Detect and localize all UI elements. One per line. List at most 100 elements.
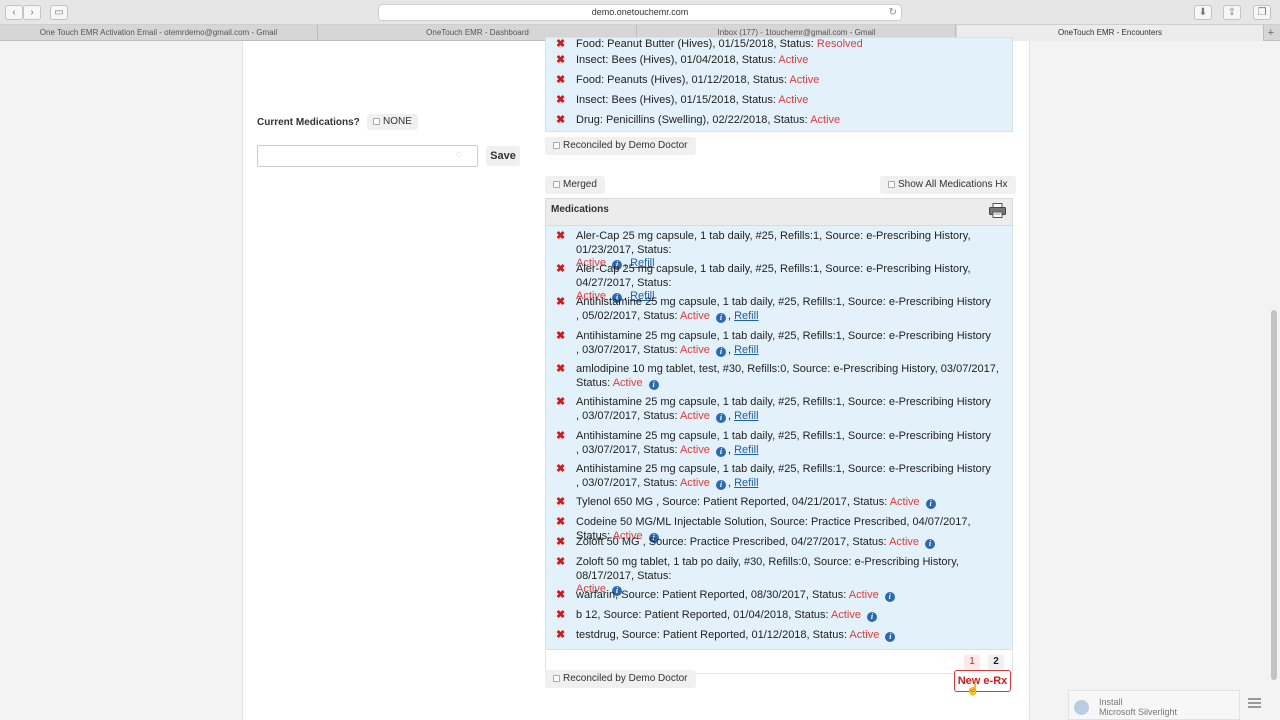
medication-status: Active	[679, 476, 710, 489]
info-icon[interactable]: i	[925, 539, 936, 549]
printer-icon[interactable]	[989, 203, 1006, 218]
page-2-button[interactable]: 2	[988, 655, 1004, 669]
info-icon[interactable]: i	[885, 632, 896, 642]
comma: ,	[727, 443, 731, 456]
medication-status: Active	[831, 609, 861, 621]
delete-x-icon[interactable]: ✖	[556, 396, 565, 410]
medication-text: Antihistamine 25 mg capsule, 1 tab daily…	[576, 296, 991, 308]
refill-link[interactable]: Refill	[734, 310, 758, 322]
tabs-overview-icon[interactable]: ❐	[1253, 5, 1271, 20]
delete-x-icon[interactable]: ✖	[556, 296, 565, 310]
medication-row: ✖ amlodipine 10 mg tablet, test, #30, Ref…	[546, 363, 1012, 390]
delete-x-icon[interactable]: ✖	[556, 556, 565, 570]
delete-x-icon[interactable]: ✖	[556, 94, 565, 108]
medication-text: Zoloft 50 MG , Source: Practice Prescrib…	[576, 536, 890, 548]
merged-checkbox[interactable]: Merged	[545, 176, 605, 194]
allergy-text: Food: Peanuts (Hives), 01/12/2018, Statu…	[576, 74, 790, 86]
delete-x-icon[interactable]: ✖	[556, 463, 565, 477]
show-all-medications-checkbox[interactable]: Show All Medications Hx	[880, 176, 1016, 194]
delete-x-icon[interactable]: ✖	[556, 536, 565, 550]
tab-gmail-activation[interactable]: One Touch EMR Activation Email - otemrde…	[0, 25, 318, 41]
allergies-list: ✖ Food: Peanut Butter (Hives), 01/15/2018…	[545, 37, 1013, 132]
delete-x-icon[interactable]: ✖	[556, 589, 565, 603]
info-icon[interactable]: i	[648, 379, 659, 390]
medication-text: Antihistamine 25 mg capsule, 1 tab daily…	[576, 463, 991, 475]
reconciled-allergies-box[interactable]	[553, 141, 560, 149]
delete-x-icon[interactable]: ✖	[556, 114, 565, 128]
medication-row: ✖ Antihistamine 25 mg capsule, 1 tab dail…	[546, 396, 1012, 423]
allergy-status: Active	[789, 74, 820, 86]
merged-label: Merged	[563, 179, 597, 190]
page-scrollbar[interactable]	[1271, 310, 1277, 680]
new-tab-button[interactable]: +	[1268, 25, 1274, 41]
delete-x-icon[interactable]: ✖	[556, 430, 565, 444]
delete-x-icon[interactable]: ✖	[556, 54, 565, 68]
delete-x-icon[interactable]: ✖	[556, 263, 565, 277]
share-icon[interactable]: ⇪	[1223, 5, 1241, 20]
allergy-text: Food: Peanut Butter (Hives), 01/15/2018,…	[576, 38, 817, 50]
medication-status: Active	[848, 589, 879, 601]
merged-checkbox-box[interactable]	[553, 180, 560, 188]
delete-x-icon[interactable]: ✖	[556, 516, 565, 530]
none-checkbox-box[interactable]	[373, 117, 380, 125]
refill-link[interactable]: Refill	[734, 477, 758, 489]
none-checkbox[interactable]: NONE	[367, 114, 418, 130]
refill-link[interactable]: Refill	[734, 344, 758, 356]
medications-title: Medications	[551, 204, 609, 215]
allergy-row: ✖ Insect: Bees (Hives), 01/15/2018, Statu…	[546, 94, 808, 108]
show-all-box[interactable]	[888, 180, 895, 188]
allergy-text: Insect: Bees (Hives), 01/04/2018, Status…	[576, 54, 779, 66]
info-icon[interactable]: i	[866, 612, 877, 622]
refill-link[interactable]: Refill	[734, 410, 758, 422]
info-icon[interactable]: i	[715, 412, 726, 423]
sidebar-toggle-button[interactable]: ▭	[50, 5, 68, 20]
info-icon[interactable]: i	[925, 499, 936, 509]
medications-list: ✖ Aler-Cap 25 mg capsule, 1 tab daily, #2…	[545, 226, 1013, 650]
delete-x-icon[interactable]: ✖	[556, 496, 565, 510]
delete-x-icon[interactable]: ✖	[556, 38, 565, 52]
medication-row: ✖ Antihistamine 25 mg capsule, 1 tab dail…	[546, 430, 1012, 457]
silverlight-install-banner[interactable]: Install Microsoft Silverlight	[1068, 690, 1240, 720]
info-icon[interactable]: i	[715, 346, 726, 357]
address-bar[interactable]: demo.onetouchemr.com ↻	[378, 4, 902, 21]
reload-icon[interactable]: ↻	[889, 5, 897, 20]
medication-status: Active	[679, 409, 710, 422]
forward-button[interactable]: ›	[23, 5, 41, 20]
medication-status: Active	[889, 496, 920, 508]
comma: ,	[727, 409, 731, 422]
delete-x-icon[interactable]: ✖	[556, 230, 565, 244]
delete-x-icon[interactable]: ✖	[556, 629, 565, 643]
medication-text: Aler-Cap 25 mg capsule, 1 tab daily, #25…	[576, 263, 971, 289]
delete-x-icon[interactable]: ✖	[556, 609, 565, 623]
allergy-row: ✖ Food: Peanuts (Hives), 01/12/2018, Stat…	[546, 74, 819, 88]
delete-x-icon[interactable]: ✖	[556, 330, 565, 344]
refill-link[interactable]: Refill	[734, 444, 758, 456]
info-icon[interactable]: i	[715, 479, 726, 490]
url-text: demo.onetouchemr.com	[591, 7, 689, 17]
medication-row: ✖ Antihistamine 25 mg capsule, 1 tab dail…	[546, 330, 1012, 357]
save-button[interactable]: Save	[486, 146, 520, 166]
medication-text: b 12, Source: Patient Reported, 01/04/20…	[576, 609, 832, 621]
medication-row: ✖ testdrug, Source: Patient Reported, 01/…	[546, 629, 1012, 643]
downloads-icon[interactable]: ⬇	[1194, 5, 1212, 20]
reconciled-medications-checkbox[interactable]: Reconciled by Demo Doctor	[545, 670, 696, 688]
info-icon[interactable]: i	[715, 312, 726, 323]
back-button[interactable]: ‹	[5, 5, 23, 20]
reconciled-allergies-label: Reconciled by Demo Doctor	[563, 140, 688, 151]
page-1-button[interactable]: 1	[964, 655, 980, 669]
medication-text-cont: , 03/07/2017, Status:	[576, 443, 680, 456]
medication-status: Active	[679, 343, 710, 356]
allergy-status: Active	[810, 114, 841, 126]
medication-status: Active	[849, 629, 880, 641]
reconciled-allergies-checkbox[interactable]: Reconciled by Demo Doctor	[545, 137, 696, 155]
medication-search-input[interactable]: ◌	[257, 145, 478, 167]
delete-x-icon[interactable]: ✖	[556, 74, 565, 88]
new-erx-button[interactable]: New e-Rx	[954, 670, 1011, 692]
info-icon[interactable]: i	[884, 592, 895, 602]
info-icon[interactable]: i	[715, 446, 726, 457]
delete-x-icon[interactable]: ✖	[556, 363, 565, 377]
comma: ,	[727, 476, 731, 489]
menu-icon[interactable]	[1248, 698, 1261, 708]
medication-row: ✖ Antihistamine 25 mg capsule, 1 tab dail…	[546, 463, 1012, 490]
reconciled-medications-box[interactable]	[553, 674, 560, 682]
